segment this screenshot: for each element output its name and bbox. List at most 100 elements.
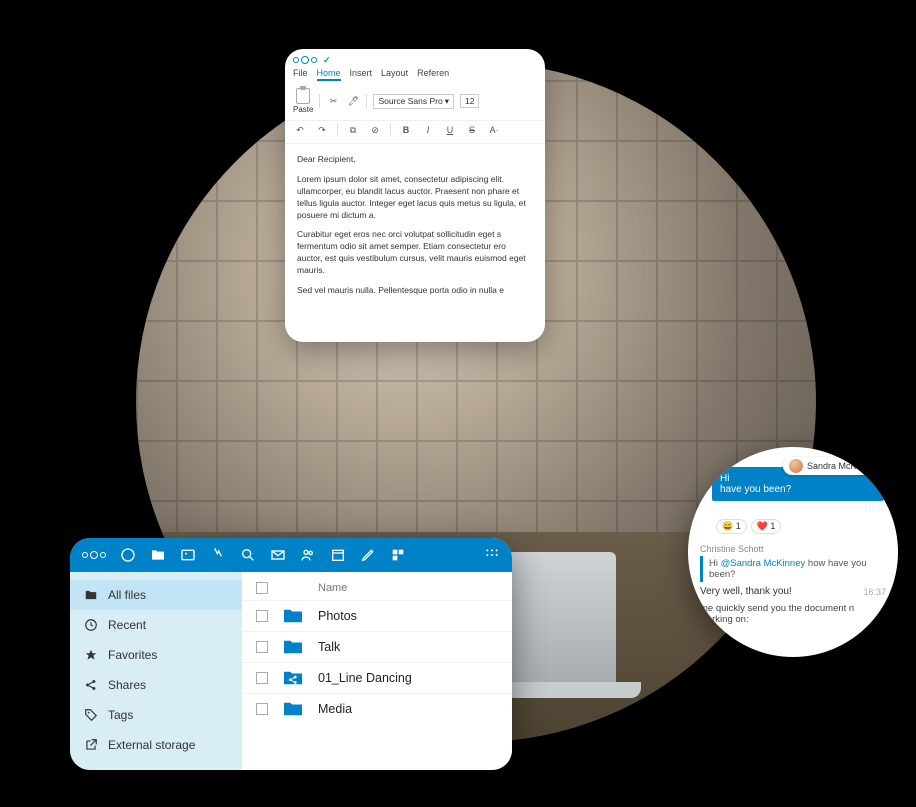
row-name: Media bbox=[318, 702, 352, 716]
list-row[interactable]: Talk bbox=[242, 631, 512, 662]
doc-para-3: Sed vel mauris nulla. Pellentesque porta… bbox=[297, 285, 533, 297]
calendar-icon[interactable] bbox=[330, 547, 346, 563]
sidebar-item-favorites[interactable]: Favorites bbox=[70, 640, 242, 670]
folder-icon bbox=[282, 700, 304, 718]
sidebar-item-label: Recent bbox=[108, 618, 146, 632]
more-apps-icon[interactable] bbox=[484, 547, 500, 563]
files-topbar bbox=[70, 538, 512, 572]
sidebar-item-tags[interactable]: Tags bbox=[70, 700, 242, 730]
chat-reply-quote: Hi @Sandra McKinney how have you been? bbox=[700, 556, 886, 582]
menu-home[interactable]: Home bbox=[317, 68, 341, 81]
row-name: Photos bbox=[318, 609, 357, 623]
doc-menu: File Home Insert Layout Referen bbox=[285, 68, 545, 85]
menu-insert[interactable]: Insert bbox=[350, 68, 373, 81]
chat-sender-name: Sandra McKinney bbox=[807, 461, 878, 471]
files-list: Name Photos Talk 01_Line Dancing Media bbox=[242, 572, 512, 770]
doc-para-2: Curabitur eget eros nec orci volutpat so… bbox=[297, 229, 533, 277]
doc-body[interactable]: Dear Recipient, Lorem ipsum dolor sit am… bbox=[285, 144, 545, 315]
dashboard-icon[interactable] bbox=[120, 547, 136, 563]
clock-icon bbox=[84, 618, 98, 632]
folder-icon bbox=[282, 607, 304, 625]
contacts-icon[interactable] bbox=[300, 547, 316, 563]
doc-greeting: Dear Recipient, bbox=[297, 154, 533, 166]
sidebar-item-label: Favorites bbox=[108, 648, 157, 662]
sidebar-item-label: External storage bbox=[108, 738, 195, 752]
copy-icon[interactable]: ⧉ bbox=[346, 123, 360, 137]
avatar bbox=[789, 459, 803, 473]
row-checkbox[interactable] bbox=[256, 641, 268, 653]
chat-reply[interactable]: Christine Schott Hi @Sandra McKinney how… bbox=[688, 540, 898, 599]
document-editor-window: ✓ File Home Insert Layout Referen Paste … bbox=[285, 49, 545, 342]
sidebar-item-all-files[interactable]: All files bbox=[70, 580, 242, 610]
shared-folder-icon bbox=[282, 669, 304, 687]
list-row[interactable]: 01_Line Dancing bbox=[242, 662, 512, 693]
strike-button[interactable]: S bbox=[465, 123, 479, 137]
reaction-heart[interactable]: ❤️ 1 bbox=[751, 519, 782, 534]
activity-icon[interactable] bbox=[210, 547, 226, 563]
font-select[interactable]: Source Sans Pro ▾ bbox=[373, 94, 454, 109]
nextcloud-logo-icon bbox=[82, 552, 106, 559]
menu-references[interactable]: Referen bbox=[417, 68, 449, 81]
photos-icon[interactable] bbox=[180, 547, 196, 563]
folder-icon bbox=[84, 588, 98, 602]
chat-window: Sandra McKinney Hi have you been? 16:36 … bbox=[688, 447, 898, 657]
nextcloud-logo-icon bbox=[293, 57, 317, 64]
doc-para-1: Lorem ipsum dolor sit amet, consectetur … bbox=[297, 174, 533, 222]
notes-icon[interactable] bbox=[360, 547, 376, 563]
underline-button[interactable]: U bbox=[443, 123, 457, 137]
files-window: All files Recent Favorites Shares Tags E… bbox=[70, 538, 512, 770]
chat-timestamp: 16:37 bbox=[863, 587, 886, 597]
clear-format-icon[interactable]: ⊘ bbox=[368, 123, 382, 137]
row-name: Talk bbox=[318, 640, 340, 654]
redo-icon[interactable]: ↷ bbox=[315, 123, 329, 137]
files-sidebar: All files Recent Favorites Shares Tags E… bbox=[70, 572, 242, 770]
row-checkbox[interactable] bbox=[256, 610, 268, 622]
doc-toolbar-row1: Paste ✂ 🖊 Source Sans Pro ▾ 12 bbox=[285, 85, 545, 121]
undo-icon[interactable]: ↶ bbox=[293, 123, 307, 137]
external-link-icon bbox=[84, 738, 98, 752]
chat-followup: me quickly send you the document n worki… bbox=[688, 599, 898, 629]
menu-file[interactable]: File bbox=[293, 68, 308, 81]
chevron-down-icon: ▾ bbox=[445, 96, 449, 107]
search-icon[interactable] bbox=[240, 547, 256, 563]
mention[interactable]: @Sandra McKinney bbox=[721, 558, 806, 569]
chat-reply-text: Very well, thank you! bbox=[700, 586, 792, 597]
paste-button[interactable]: Paste bbox=[293, 88, 313, 114]
column-name-header[interactable]: Name bbox=[318, 582, 347, 594]
sidebar-item-recent[interactable]: Recent bbox=[70, 610, 242, 640]
font-name: Source Sans Pro bbox=[378, 96, 442, 106]
star-icon bbox=[84, 648, 98, 662]
sidebar-item-external[interactable]: External storage bbox=[70, 730, 242, 760]
bold-button[interactable]: B bbox=[399, 123, 413, 137]
paste-label: Paste bbox=[293, 105, 313, 114]
menu-layout[interactable]: Layout bbox=[381, 68, 408, 81]
superscript-button[interactable]: A· bbox=[487, 123, 501, 137]
font-size-select[interactable]: 12 bbox=[460, 94, 479, 108]
chat-message-in[interactable]: Sandra McKinney Hi have you been? bbox=[712, 467, 890, 501]
sidebar-item-label: All files bbox=[108, 588, 146, 602]
deck-icon[interactable] bbox=[390, 547, 406, 563]
sidebar-item-label: Tags bbox=[108, 708, 133, 722]
chat-timestamp: 16:36 bbox=[688, 503, 898, 517]
sidebar-item-shares[interactable]: Shares bbox=[70, 670, 242, 700]
list-row[interactable]: Media bbox=[242, 693, 512, 724]
select-all-checkbox[interactable] bbox=[256, 582, 268, 594]
cut-icon[interactable]: ✂ bbox=[326, 94, 340, 108]
folder-icon bbox=[282, 638, 304, 656]
chat-msg-line: have you been? bbox=[720, 484, 791, 495]
mail-icon[interactable] bbox=[270, 547, 286, 563]
row-checkbox[interactable] bbox=[256, 703, 268, 715]
clipboard-icon bbox=[296, 88, 310, 104]
format-painter-icon[interactable]: 🖊 bbox=[346, 94, 360, 108]
save-check-icon: ✓ bbox=[323, 55, 331, 66]
chat-reactions: 😀 1 ❤️ 1 bbox=[688, 517, 898, 540]
chat-sender-chip[interactable]: Sandra McKinney bbox=[783, 457, 884, 475]
reaction-smile[interactable]: 😀 1 bbox=[716, 519, 747, 534]
tag-icon bbox=[84, 708, 98, 722]
chat-msg-hi: Hi bbox=[720, 473, 729, 484]
row-checkbox[interactable] bbox=[256, 672, 268, 684]
list-row[interactable]: Photos bbox=[242, 600, 512, 631]
font-size-value: 12 bbox=[465, 96, 474, 106]
files-icon[interactable] bbox=[150, 547, 166, 563]
italic-button[interactable]: I bbox=[421, 123, 435, 137]
